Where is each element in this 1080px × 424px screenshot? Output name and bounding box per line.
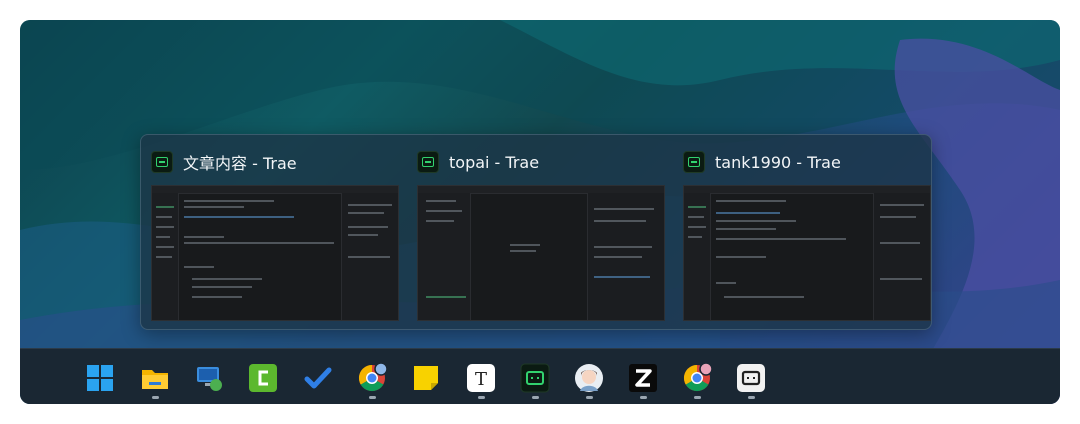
window-thumbnail[interactable] — [417, 185, 665, 321]
window-preview-2[interactable]: topai - Trae — [407, 135, 665, 329]
window-title: topai - Trae — [449, 152, 540, 172]
desktop: 文章内容 - Trae topai - Trae tank1990 - Trae… — [20, 20, 1060, 404]
typora-t-icon[interactable]: T — [466, 363, 496, 393]
taskbar: T — [20, 348, 1060, 404]
trae-icon[interactable] — [520, 363, 550, 393]
running-indicator — [586, 396, 593, 399]
checkmark-icon[interactable] — [303, 363, 333, 393]
running-indicator — [748, 396, 755, 399]
windows-logo-icon[interactable] — [85, 363, 115, 393]
camtasia-icon[interactable] — [248, 363, 278, 393]
trae-icon — [151, 151, 173, 173]
folder-icon[interactable] — [140, 363, 170, 393]
window-thumbnail[interactable] — [683, 185, 931, 321]
running-indicator — [640, 396, 647, 399]
window-preview-1[interactable]: 文章内容 - Trae — [141, 135, 399, 329]
trae-icon — [683, 151, 705, 173]
sticky-note-icon[interactable] — [411, 363, 441, 393]
running-indicator — [478, 396, 485, 399]
window-title: tank1990 - Trae — [715, 152, 841, 172]
chrome-icon[interactable] — [682, 362, 713, 393]
avatar-icon[interactable] — [574, 363, 604, 393]
remote-desktop-icon[interactable] — [194, 363, 224, 393]
running-indicator — [694, 396, 701, 399]
trae-icon — [417, 151, 439, 173]
running-indicator — [152, 396, 159, 399]
running-indicator — [532, 396, 539, 399]
chrome-icon[interactable] — [357, 362, 388, 393]
svg-text:T: T — [475, 369, 487, 390]
z-logo-icon[interactable] — [628, 363, 658, 393]
trae-alt-icon[interactable] — [736, 363, 766, 393]
window-title: 文章内容 - Trae — [183, 154, 297, 173]
window-switcher-panel: 文章内容 - Trae topai - Trae tank1990 - Trae — [140, 134, 932, 330]
running-indicator — [369, 396, 376, 399]
window-thumbnail[interactable] — [151, 185, 399, 321]
window-preview-3[interactable]: tank1990 - Trae — [673, 135, 931, 329]
